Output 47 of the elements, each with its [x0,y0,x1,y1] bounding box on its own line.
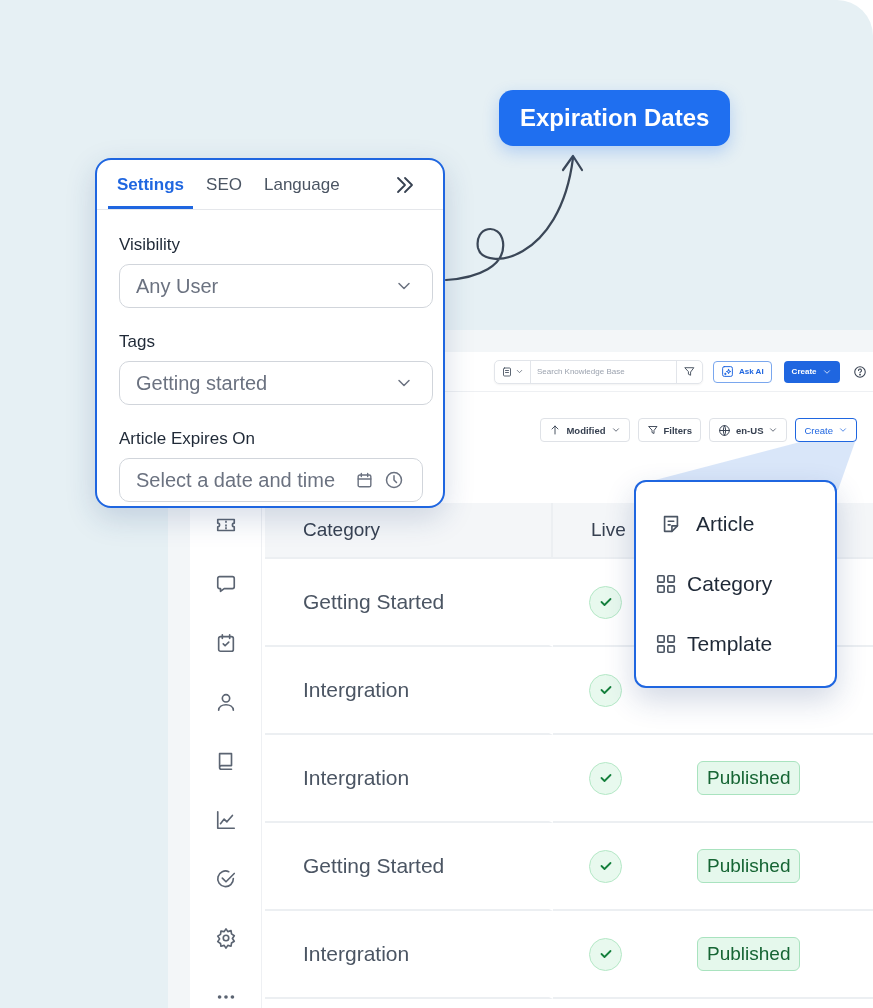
callout-label: Expiration Dates [499,90,731,146]
search-field[interactable]: Search Knowledge Base [531,367,676,376]
filter-icon [683,365,696,378]
category-name: Intergration [303,678,410,701]
document-icon [501,365,513,378]
tab[interactable]: Settings [108,160,194,209]
status-badge: Published [697,849,801,883]
select-field[interactable]: Getting started [119,361,433,405]
create-button[interactable]: Create [795,418,857,442]
column-header: Category [265,503,553,559]
status-badge: Published [697,937,801,971]
status-badge: Published [697,761,801,795]
language-button[interactable]: en-US [709,418,788,442]
create-button[interactable]: Create [783,360,840,383]
line-chart-icon[interactable] [214,809,237,831]
select-field[interactable]: Any User [119,264,433,308]
date-time-field[interactable]: Select a date and time [119,458,423,502]
category-name: Getting Started [303,854,445,877]
field-label: Tags [119,332,156,352]
sort-button[interactable]: Modified [540,418,630,442]
category-name: Getting Started [303,590,445,613]
chevron-down-icon [768,425,779,435]
check-circle-icon[interactable] [214,868,237,890]
field-label: Visibility [119,235,182,255]
category-name: Intergration [303,766,410,789]
globe-icon [718,423,732,437]
chevron-down-icon [515,367,524,376]
menu-item[interactable]: Template [655,614,825,674]
tab[interactable]: Language [254,160,349,209]
filters-button[interactable]: Filters [637,418,702,442]
sparkle-icon [721,365,734,378]
category-name: Intergration [303,942,410,965]
chat-icon[interactable] [214,573,237,595]
chevron-down-icon [838,425,848,435]
chevron-down-icon [610,425,621,435]
help-button[interactable] [852,364,867,379]
tab[interactable]: SEO [197,160,251,209]
help-icon [852,364,867,379]
grid-icon [655,573,677,595]
search-field[interactable]: Search Knowledge Base [494,359,703,384]
settings-icon[interactable] [214,927,237,949]
calendar-icon [355,470,374,490]
grid-icon [655,633,677,655]
clock-icon [384,470,404,490]
field-label: Article Expires On [119,429,257,449]
ask-ai-button[interactable]: Ask AI [713,360,772,383]
filter-icon [646,424,659,436]
